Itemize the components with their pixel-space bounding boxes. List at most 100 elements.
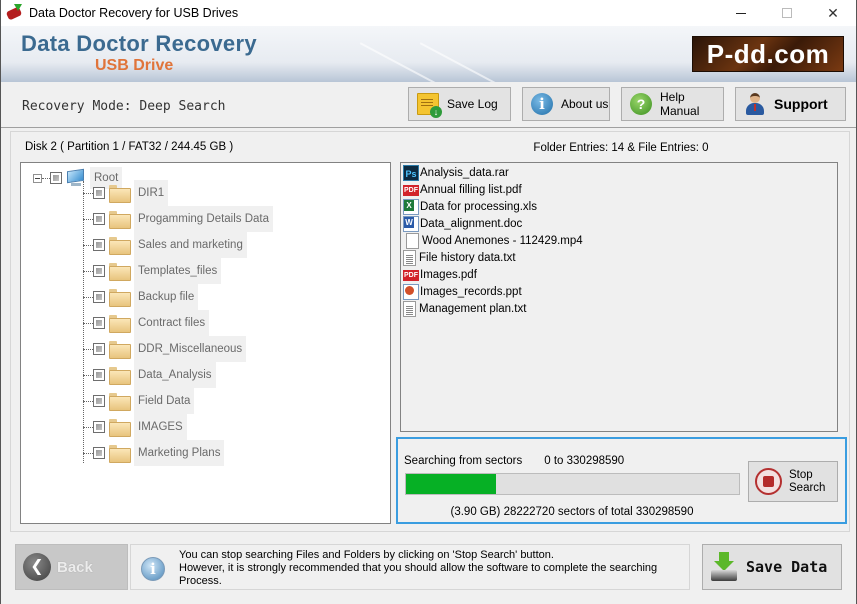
save-data-button[interactable]: Save Data bbox=[702, 544, 842, 590]
tree-node-label: Backup file bbox=[134, 284, 199, 310]
save-log-button[interactable]: Save Log bbox=[408, 87, 511, 121]
tree-connector bbox=[42, 177, 50, 179]
brand-subtitle: USB Drive bbox=[95, 57, 174, 74]
tree-folder-item[interactable]: Sales and marketing bbox=[83, 232, 247, 258]
folder-checkbox[interactable] bbox=[93, 369, 105, 381]
info-line: Process. bbox=[179, 575, 222, 587]
save-log-label: Save Log bbox=[447, 97, 498, 111]
support-button[interactable]: Support bbox=[735, 87, 846, 121]
tree-connector bbox=[83, 426, 93, 428]
window-title: Data Doctor Recovery for USB Drives bbox=[29, 6, 239, 20]
search-label: Searching from sectors bbox=[404, 455, 523, 467]
search-progress-panel: Searching from sectors 0 to 330298590 (3.… bbox=[396, 437, 847, 524]
file-list-item[interactable]: File history data.txt bbox=[403, 249, 516, 266]
folder-tree[interactable]: Root DIR1 Progamming Details Data Sales an… bbox=[20, 162, 391, 524]
tree-folder-item[interactable]: DIR1 bbox=[83, 180, 169, 206]
collapse-icon[interactable] bbox=[33, 173, 42, 183]
tree-node-label: DIR1 bbox=[134, 180, 169, 206]
folder-checkbox[interactable] bbox=[93, 213, 105, 225]
maximize-icon bbox=[782, 8, 792, 18]
tree-folder-item[interactable]: Data_Analysis bbox=[83, 362, 216, 388]
stop-icon bbox=[755, 468, 782, 495]
progress-bar bbox=[405, 473, 740, 495]
support-person-icon bbox=[744, 93, 766, 115]
maximize-button[interactable] bbox=[764, 0, 810, 26]
banner-decoration bbox=[359, 42, 485, 82]
tree-folder-item[interactable]: Templates_files bbox=[83, 258, 222, 284]
file-list-item[interactable]: Images_records.ppt bbox=[403, 283, 522, 300]
folder-checkbox[interactable] bbox=[93, 343, 105, 355]
tree-node-label: DDR_Miscellaneous bbox=[134, 336, 247, 362]
disk-partition-label: Disk 2 ( Partition 1 / FAT32 / 244.45 GB… bbox=[25, 141, 234, 153]
app-window: Data Doctor Recovery for USB Drives ✕ Da… bbox=[0, 0, 857, 604]
tree-folder-item[interactable]: DDR_Miscellaneous bbox=[83, 336, 247, 362]
folder-checkbox[interactable] bbox=[93, 421, 105, 433]
search-range-text: Searching from sectors 0 to 330298590 bbox=[404, 455, 624, 467]
folder-icon bbox=[109, 185, 131, 203]
tree-node-label: Field Data bbox=[134, 388, 195, 414]
folder-checkbox[interactable] bbox=[93, 317, 105, 329]
folder-icon bbox=[109, 419, 131, 437]
help-manual-button[interactable]: ? Help Manual bbox=[621, 87, 724, 121]
help-icon: ? bbox=[630, 93, 652, 115]
stop-search-button[interactable]: Stop Search bbox=[748, 461, 838, 502]
root-checkbox[interactable] bbox=[50, 172, 62, 184]
folder-checkbox[interactable] bbox=[93, 187, 105, 199]
file-name: Data_alignment.doc bbox=[420, 217, 523, 230]
file-list[interactable]: Ps Analysis_data.rar PDF Annual filling lis… bbox=[400, 162, 838, 432]
sectors-progress-text: (3.90 GB) 28222720 sectors of total 3302… bbox=[450, 506, 694, 518]
file-list-item[interactable]: Ps Analysis_data.rar bbox=[403, 164, 509, 181]
folder-checkbox[interactable] bbox=[93, 291, 105, 303]
folder-icon bbox=[109, 367, 131, 385]
back-label: Back bbox=[57, 558, 93, 576]
tree-folder-item[interactable]: Backup file bbox=[83, 284, 199, 310]
tree-folder-item[interactable]: IMAGES bbox=[83, 414, 187, 440]
search-range: 0 to 330298590 bbox=[544, 455, 625, 467]
folder-checkbox[interactable] bbox=[93, 447, 105, 459]
pdd-logo[interactable]: P-dd.com bbox=[692, 36, 844, 72]
info-message-box: i You can stop searching Files and Folde… bbox=[130, 544, 690, 590]
tree-connector bbox=[83, 296, 93, 298]
tree-node-label: Progamming Details Data bbox=[134, 206, 274, 232]
info-icon: i bbox=[141, 557, 165, 581]
file-list-item[interactable]: Wood Anemones - 112429.mp4 bbox=[403, 232, 583, 249]
about-us-label: About us bbox=[561, 97, 609, 111]
pdf-file-icon: PDF bbox=[403, 270, 419, 281]
close-icon: ✕ bbox=[827, 4, 839, 21]
folder-icon bbox=[109, 289, 131, 307]
file-name: Wood Anemones - 112429.mp4 bbox=[422, 234, 583, 247]
minimize-button[interactable] bbox=[718, 0, 764, 26]
tree-folder-item[interactable]: Contract files bbox=[83, 310, 210, 336]
toolbar: Recovery Mode: Deep Search Save Log i Ab… bbox=[1, 82, 856, 128]
folder-checkbox[interactable] bbox=[93, 239, 105, 251]
back-button[interactable]: ❮ Back bbox=[15, 544, 128, 590]
file-name: Management plan.txt bbox=[419, 302, 527, 315]
file-name: Analysis_data.rar bbox=[420, 166, 509, 179]
txt-file-icon bbox=[403, 249, 416, 266]
folder-icon bbox=[109, 341, 131, 359]
tree-folder-item[interactable]: Marketing Plans bbox=[83, 440, 225, 466]
file-list-item[interactable]: Data_alignment.doc bbox=[403, 215, 522, 232]
tree-connector bbox=[83, 192, 93, 194]
save-data-label: Save Data bbox=[746, 558, 828, 576]
tree-connector bbox=[83, 270, 93, 272]
txt-file-icon bbox=[403, 300, 416, 317]
tree-node-label: Marketing Plans bbox=[134, 440, 225, 466]
folder-checkbox[interactable] bbox=[93, 395, 105, 407]
tree-folder-item[interactable]: Field Data bbox=[83, 388, 195, 414]
folder-checkbox[interactable] bbox=[93, 265, 105, 277]
tree-folder-item[interactable]: Progamming Details Data bbox=[83, 206, 274, 232]
folder-icon bbox=[109, 315, 131, 333]
tree-node-label: Contract files bbox=[134, 310, 210, 336]
file-list-item[interactable]: PDF Annual filling list.pdf bbox=[403, 181, 522, 198]
entries-summary: Folder Entries: 14 & File Entries: 0 bbox=[533, 142, 709, 154]
blank-file-icon bbox=[406, 232, 419, 249]
close-button[interactable]: ✕ bbox=[810, 0, 856, 26]
folder-icon bbox=[109, 237, 131, 255]
file-list-item[interactable]: Data for processing.xls bbox=[403, 198, 537, 215]
xls-file-icon bbox=[403, 198, 419, 215]
about-us-button[interactable]: i About us bbox=[522, 87, 610, 121]
file-list-item[interactable]: Management plan.txt bbox=[403, 300, 526, 317]
tree-node-label: Sales and marketing bbox=[134, 232, 247, 258]
file-list-item[interactable]: PDF Images.pdf bbox=[403, 266, 477, 283]
